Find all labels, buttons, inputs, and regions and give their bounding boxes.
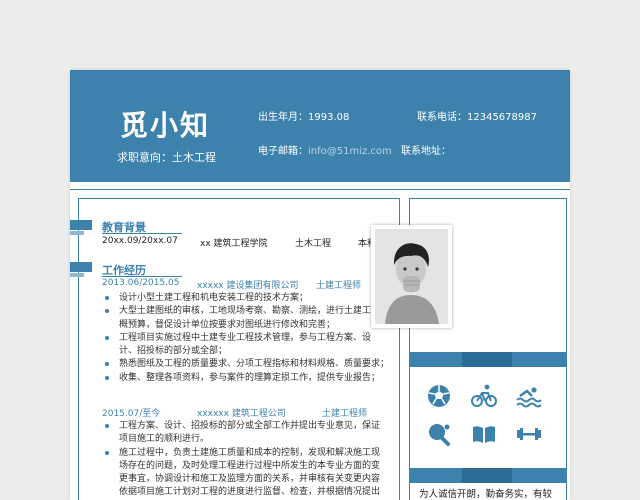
job2-period: 2015.07/至今 [102,409,161,419]
job1-period: 2013.06/2015.05 [102,278,180,288]
hobbies-bar-right [512,352,566,367]
email-value: info@51miz.com [308,146,392,157]
resume-header: 觅小知 求职意向：土木工程 出生年月：1993.08 联系电话：12345678… [70,70,570,182]
address-info: 联系地址： [401,142,451,157]
experience-underline [102,276,182,277]
list-item: 施工过程中，负责土建施工质量和成本的控制，发现和解决施工现场存在的问题，及时处理… [100,447,381,500]
hobbies-bar-left [410,352,462,367]
education-underline [102,233,182,234]
address-label: 联系地址： [401,146,451,157]
list-item: 工程项目实施过程中土建专业工程技术管理，参与工程方案、设计、招投标的部分或全部； [100,332,381,359]
phone-value: 12345678987 [467,112,537,123]
intro-bar-center [462,468,512,483]
education-major: 土木工程 [295,239,332,249]
education-tab-accent [70,231,84,235]
intro-bar-left [410,468,462,483]
birth-value: 1993.08 [308,112,350,123]
job2-duties: 工程方案、设计、招投标的部分或全部工作并提出专业意见，保证项目施工的顺利进行。 … [100,420,381,500]
education-school: xx 建筑工程学院 [200,239,268,249]
portrait-image [375,229,448,324]
reading-icon [473,426,495,443]
education-period: 20xx.09/20xx.07 [102,236,178,246]
list-item: 熟悉图纸及工程的质量要求、分项工程指标和材料规格、质量要求； [100,358,389,371]
list-item: 设计小型土建工程和机电安装工程的技术方案； [100,292,389,305]
job2-position: 土建工程师 [322,409,368,419]
job1-company: xxxxx 建设集团有限公司 [197,281,299,291]
experience-tab-accent [70,273,84,277]
job1-position: 土建工程师 [316,281,362,291]
resume-sheet: 觅小知 求职意向：土木工程 出生年月：1993.08 联系电话：12345678… [70,70,570,500]
soccer-ball-icon [428,385,450,407]
birth-label: 出生年月： [258,112,308,123]
list-item: 工程方案、设计、招投标的部分或全部工作并提出专业意见，保证项目施工的顺利进行。 [100,420,381,447]
candidate-name: 觅小知 [120,109,211,142]
job1-duties: 设计小型土建工程和机电安装工程的技术方案； 大型土建图纸的审核，工地现场考察、勘… [100,292,389,385]
profile-photo [375,229,448,324]
intro-bar-right [512,468,566,483]
table-tennis-icon [429,424,450,446]
self-intro-text: 为人诚信开朗，勤奋务实，有较 [419,489,553,500]
list-item: 大型土建图纸的审核，工地现场考察、勘察、测绘，进行土建工程概预算，督促设计单位按… [100,305,381,332]
job-intent: 求职意向：土木工程 [117,151,216,164]
job2-company: xxxxxx 建筑工程公司 [197,409,286,419]
cycling-icon [471,384,497,407]
swimming-icon [516,387,542,408]
birth-info: 出生年月：1993.08 [258,108,349,123]
hobbies-bar-center [462,352,512,367]
list-item: 收集、整理各项资料，参与案件的理算定损工作，提供专业报告； [100,372,389,385]
phone-label: 联系电话： [417,112,467,123]
phone-info: 联系电话：12345678987 [417,108,537,123]
photo-frame [371,225,452,328]
fitness-icon [517,428,541,440]
header-divider [70,182,570,190]
email-label: 电子邮箱： [258,146,308,157]
experience-tab-marker [70,262,92,272]
email-info: 电子邮箱：info@51miz.com [258,142,392,157]
education-tab-marker [70,220,92,230]
